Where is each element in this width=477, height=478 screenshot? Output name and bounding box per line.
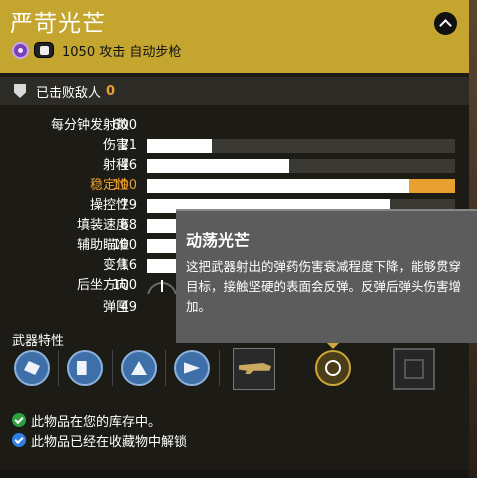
void-element-icon	[12, 41, 29, 59]
stat-bar-fill	[147, 179, 409, 193]
stat-bar	[147, 179, 455, 193]
stat-bar-fill	[147, 159, 289, 173]
note-text: 此物品已经在收藏物中解锁	[31, 434, 188, 450]
perk-divider	[219, 350, 220, 386]
selected-caret-icon	[327, 343, 339, 349]
perk-divider	[112, 350, 113, 386]
stat-value: 79	[120, 198, 137, 213]
stat-value: 100	[112, 238, 137, 253]
sight-perk-icon[interactable]	[174, 350, 210, 386]
stat-value: 49	[120, 300, 137, 315]
stat-bar	[147, 159, 455, 173]
stat-stability: 稳定性 100	[0, 176, 469, 196]
kill-tracker-value: 0	[106, 83, 116, 99]
stat-value: 46	[120, 158, 137, 173]
item-name: 严苛光芒	[10, 11, 106, 37]
collection-note: 此物品已经在收藏物中解锁	[12, 431, 188, 450]
stat-value: 68	[120, 218, 137, 233]
perk-divider	[165, 350, 166, 386]
stat-value: 100	[112, 178, 137, 193]
stat-bar	[147, 139, 455, 153]
kill-tracker-label: 已击败敌人	[36, 85, 102, 101]
stat-bar-fill	[147, 139, 212, 153]
note-text: 此物品在您的库存中。	[31, 414, 162, 430]
kill-tracker: 已击败敌人 0	[0, 77, 469, 105]
stat-value: 100	[112, 278, 137, 293]
empty-mod-slot-icon[interactable]	[393, 348, 435, 390]
perk-tooltip: 动荡光芒 这把武器射出的弹药伤害衰减程度下降，能够贯穿目标，接触坚硬的表面会反弹…	[176, 209, 477, 343]
magazine-perk-icon[interactable]	[67, 350, 103, 386]
stat-range: 射程 46	[0, 156, 469, 176]
intrinsic-frame-icon[interactable]	[315, 350, 351, 386]
stat-bar-bonus	[408, 179, 455, 193]
kinetic-slot-icon	[34, 42, 54, 58]
check-green-icon	[12, 413, 26, 427]
perk-divider	[58, 350, 59, 386]
stat-impact: 伤害 21	[0, 136, 469, 156]
collapse-chevron-icon[interactable]	[434, 12, 457, 35]
recycle-perk-icon[interactable]	[121, 350, 157, 386]
barrel-perk-icon[interactable]	[14, 350, 50, 386]
perk-tooltip-title: 动荡光芒	[186, 231, 251, 250]
recoil-direction-icon	[147, 278, 177, 294]
stat-value: 16	[120, 258, 137, 273]
inventory-note: 此物品在您的库存中。	[12, 411, 162, 430]
stat-value: 600	[112, 118, 137, 133]
item-header: 严苛光芒 1050 攻击 自动步枪	[0, 0, 469, 73]
perk-tooltip-description: 这把武器射出的弹药伤害衰减程度下降，能够贯穿目标，接触坚硬的表面会反弹。反弹后弹…	[186, 259, 462, 314]
item-subtitle: 1050 攻击 自动步枪	[62, 44, 182, 60]
stat-value: 21	[120, 138, 137, 153]
weapon-ornament-icon[interactable]	[233, 348, 275, 390]
item-subtitle-row: 1050 攻击 自动步枪	[12, 40, 181, 60]
kill-tracker-icon	[14, 84, 26, 98]
stat-rpm: 每分钟发射数 600	[0, 116, 469, 136]
check-blue-icon	[12, 433, 26, 447]
perks-title: 武器特性	[12, 334, 65, 349]
